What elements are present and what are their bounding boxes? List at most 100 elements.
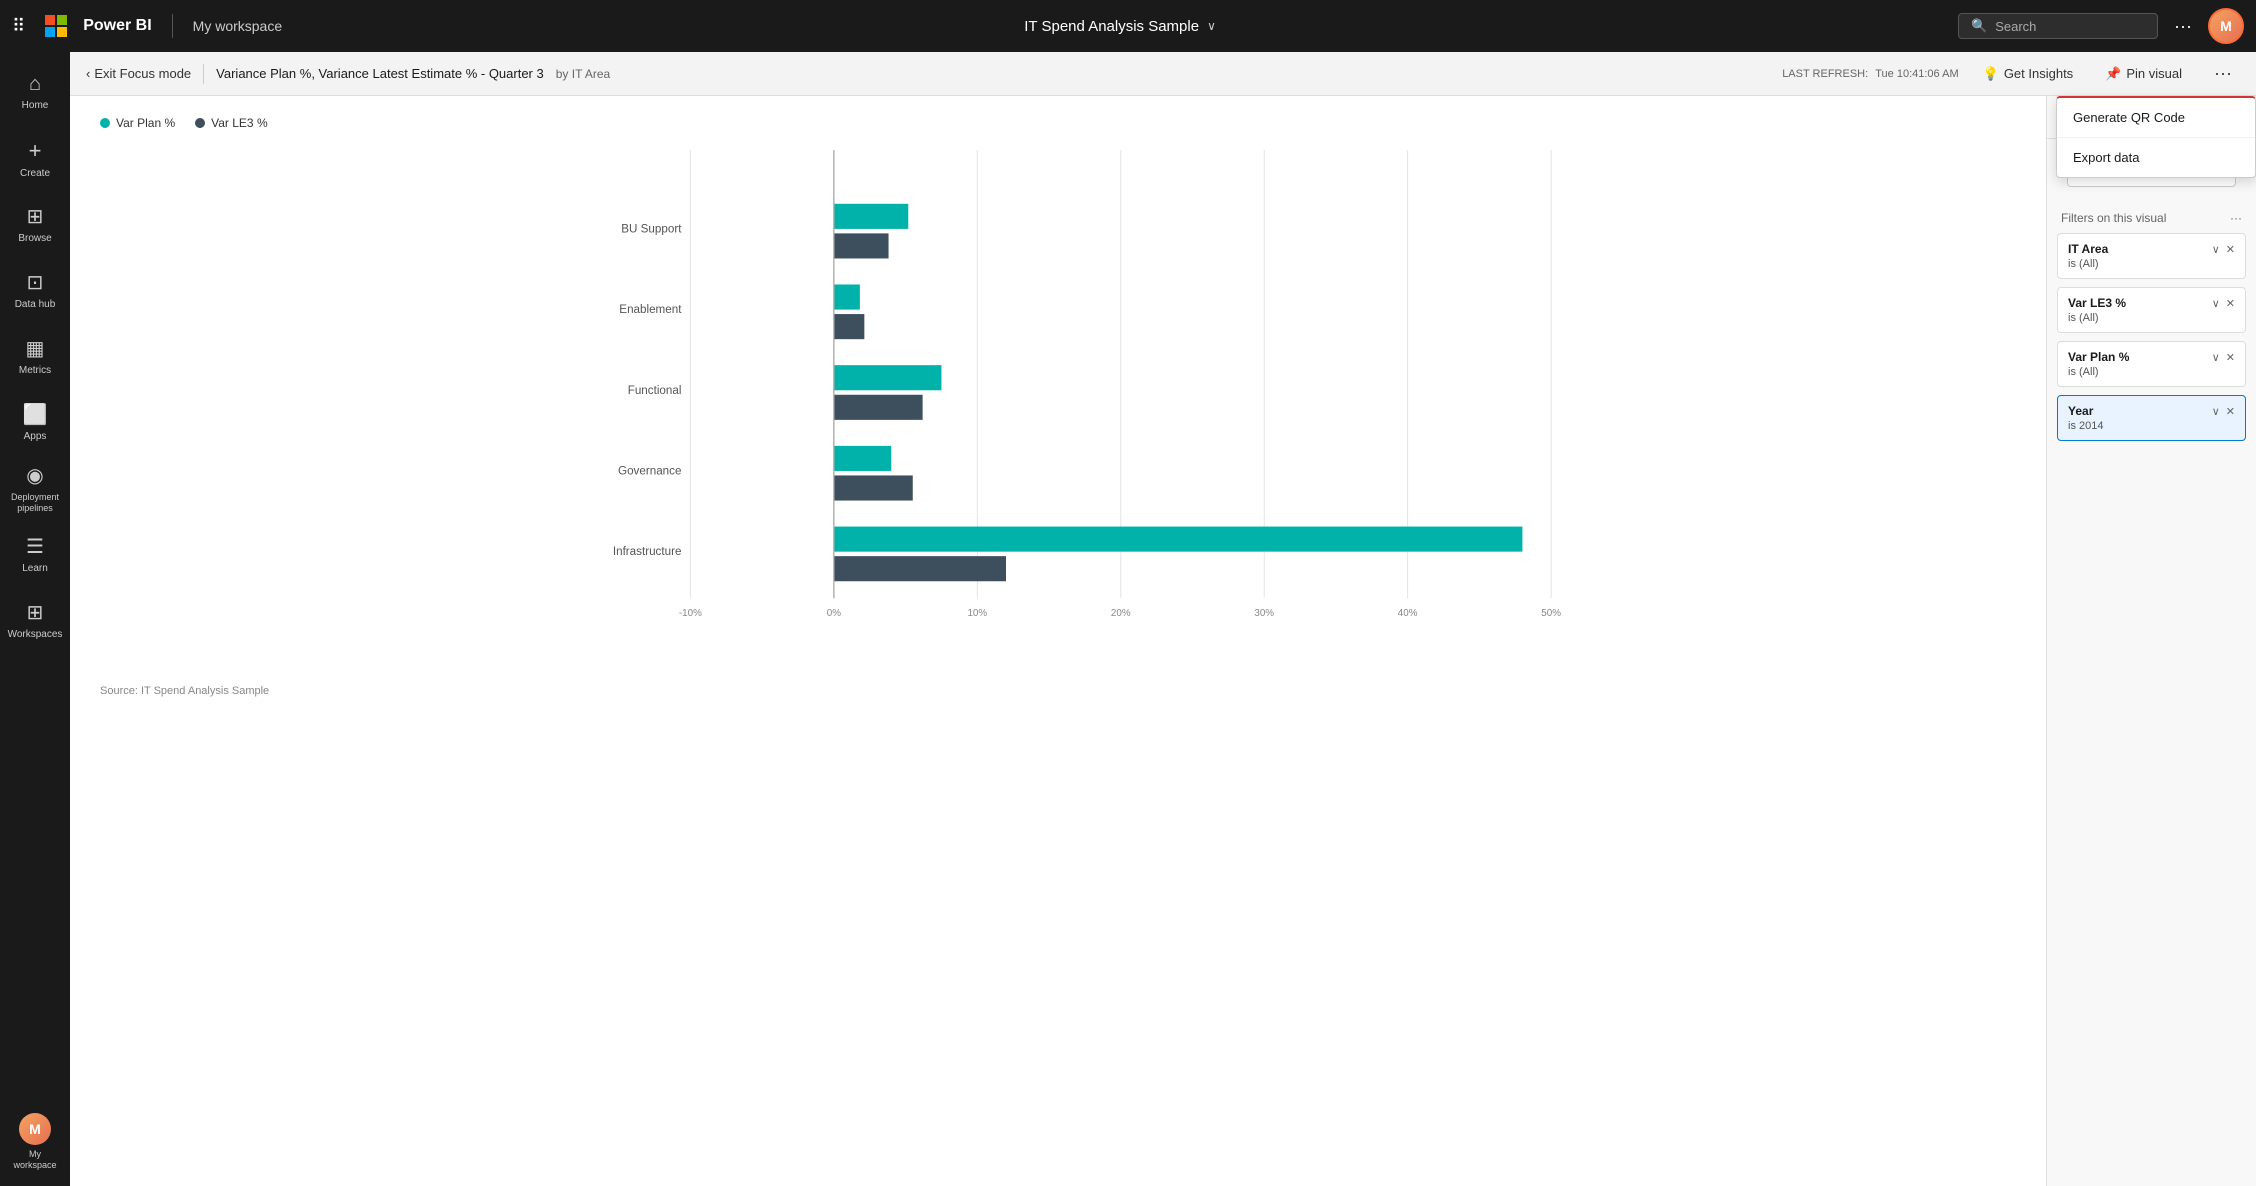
sub-header-more-button[interactable]: ··· [2206,59,2240,88]
bar-governance-varplan[interactable] [834,446,891,471]
home-icon: ⌂ [29,73,41,96]
x-label-30: 30% [1254,608,1274,619]
legend-item-varle3: Var LE3 % [195,116,267,130]
category-label-busupport: BU Support [621,222,682,235]
filter-card-year-clear[interactable]: ✕ [2226,405,2235,418]
filter-card-varle3-actions: ∨ ✕ [2212,297,2235,310]
filter-card-itarea[interactable]: IT Area ∨ ✕ is (All) [2057,233,2246,279]
legend-dot-varle3 [195,118,205,128]
sidebar-item-metrics[interactable]: ▦ Metrics [3,324,67,388]
deployment-icon: ◉ [26,463,43,488]
filter-card-varplan-name: Var Plan % [2068,350,2129,364]
nav-report-title: IT Spend Analysis Sample [1024,18,1199,35]
filter-card-itarea-actions: ∨ ✕ [2212,243,2235,256]
nav-more-button[interactable]: ··· [2174,16,2192,37]
sidebar-item-label-apps: Apps [24,431,47,442]
sidebar-item-label-create: Create [20,168,50,179]
nav-right: 🔍 Search ··· M [1958,8,2244,44]
bar-infrastructure-varle3[interactable] [834,556,1006,581]
filter-card-varle3[interactable]: Var LE3 % ∨ ✕ is (All) [2057,287,2246,333]
dropdown-menu: Generate QR Code Export data [2056,96,2256,178]
category-label-infrastructure: Infrastructure [613,545,682,558]
bar-busupport-varle3[interactable] [834,233,889,258]
filters-more-button[interactable]: ··· [2230,211,2242,225]
sidebar-item-apps[interactable]: ⬜ Apps [3,390,67,454]
pin-visual-button[interactable]: 📌 Pin visual [2097,62,2190,86]
ms-logo [45,15,67,37]
back-chevron-icon: ‹ [86,66,90,81]
last-refresh-label: LAST REFRESH: [1782,68,1868,80]
sidebar-item-learn[interactable]: ☰ Learn [3,522,67,586]
filter-card-itarea-clear[interactable]: ✕ [2226,243,2235,256]
x-label-50: 50% [1541,608,1561,619]
exit-focus-label: Exit Focus mode [94,66,191,81]
sidebar-item-myworkspace[interactable]: M Myworkspace [3,1110,67,1174]
category-label-enablement: Enablement [619,303,682,316]
filter-card-varplan-clear[interactable]: ✕ [2226,351,2235,364]
nav-product-title: Power BI [83,17,151,35]
filter-card-varplan-chevron[interactable]: ∨ [2212,351,2220,364]
sidebar-item-home[interactable]: ⌂ Home [3,60,67,124]
metrics-icon: ▦ [26,336,45,361]
bar-functional-varplan[interactable] [834,365,942,390]
sidebar-item-label-myworkspace: Myworkspace [13,1149,56,1171]
dropdown-item-qr[interactable]: Generate QR Code [2057,98,2255,138]
sidebar-item-datahub[interactable]: ⊡ Data hub [3,258,67,322]
sub-header: ‹ Exit Focus mode Variance Plan %, Varia… [70,52,2256,96]
filter-card-itarea-value: is (All) [2068,258,2235,270]
filter-card-itarea-chevron[interactable]: ∨ [2212,243,2220,256]
get-insights-button[interactable]: 💡 Get Insights [1975,62,2082,86]
sidebar-avatar: M [19,1113,51,1145]
sub-header-divider [203,64,204,84]
pin-icon: 📌 [2105,66,2121,82]
nav-search-box[interactable]: 🔍 Search [1958,13,2158,39]
filters-section-label: Filters on this visual ··· [2047,203,2256,229]
bar-governance-varle3[interactable] [834,475,913,500]
browse-icon: ⊞ [27,204,44,229]
nav-title-chevron[interactable]: ∨ [1207,19,1216,33]
get-insights-label: Get Insights [2004,66,2073,81]
grid-icon[interactable]: ⠿ [12,16,25,37]
bar-functional-varle3[interactable] [834,395,923,420]
nav-search-icon: 🔍 [1971,18,1987,34]
sidebar-item-label-datahub: Data hub [15,299,56,310]
last-refresh-value: Tue 10:41:06 AM [1875,68,1958,80]
main-content: Var Plan % Var LE3 % BU Support [70,96,2256,1186]
sidebar-item-label-browse: Browse [18,233,51,244]
bar-enablement-varle3[interactable] [834,314,864,339]
filter-card-varle3-name: Var LE3 % [2068,296,2126,310]
bar-enablement-varplan[interactable] [834,284,860,309]
filter-card-varplan[interactable]: Var Plan % ∨ ✕ is (All) [2057,341,2246,387]
category-label-governance: Governance [618,465,681,478]
filter-card-varle3-chevron[interactable]: ∨ [2212,297,2220,310]
datahub-icon: ⊡ [27,270,44,295]
nav-search-text: Search [1995,19,2036,34]
chart-area: Var Plan % Var LE3 % BU Support [70,96,2046,1186]
bar-busupport-varplan[interactable] [834,204,908,229]
chart-title: Variance Plan %, Variance Latest Estimat… [216,66,544,81]
filter-card-year-actions: ∨ ✕ [2212,405,2235,418]
filter-card-year[interactable]: Year ∨ ✕ is 2014 [2057,395,2246,441]
sidebar-item-label-workspaces: Workspaces [8,629,63,640]
chart-by: by IT Area [556,67,610,81]
avatar[interactable]: M [2208,8,2244,44]
sidebar-item-create[interactable]: + Create [3,126,67,190]
create-icon: + [29,138,42,164]
sidebar-item-workspaces[interactable]: ⊞ Workspaces [3,588,67,652]
sidebar-item-browse[interactable]: ⊞ Browse [3,192,67,256]
sidebar: ⌂ Home + Create ⊞ Browse ⊡ Data hub ▦ Me… [0,52,70,1186]
legend-label-varle3: Var LE3 % [211,116,267,130]
exit-focus-button[interactable]: ‹ Exit Focus mode [86,66,191,81]
x-label-40: 40% [1398,608,1418,619]
legend-dot-varplan [100,118,110,128]
sidebar-item-label-metrics: Metrics [19,365,51,376]
filter-card-year-chevron[interactable]: ∨ [2212,405,2220,418]
dropdown-item-export[interactable]: Export data [2057,138,2255,177]
sidebar-item-label-learn: Learn [22,563,48,574]
filter-card-varle3-clear[interactable]: ✕ [2226,297,2235,310]
nav-divider [172,14,173,38]
bar-infrastructure-varplan[interactable] [834,527,1523,552]
nav-workspace[interactable]: My workspace [193,18,282,34]
filter-card-varle3-value: is (All) [2068,312,2235,324]
sidebar-item-deployment[interactable]: ◉ Deploymentpipelines [3,456,67,520]
